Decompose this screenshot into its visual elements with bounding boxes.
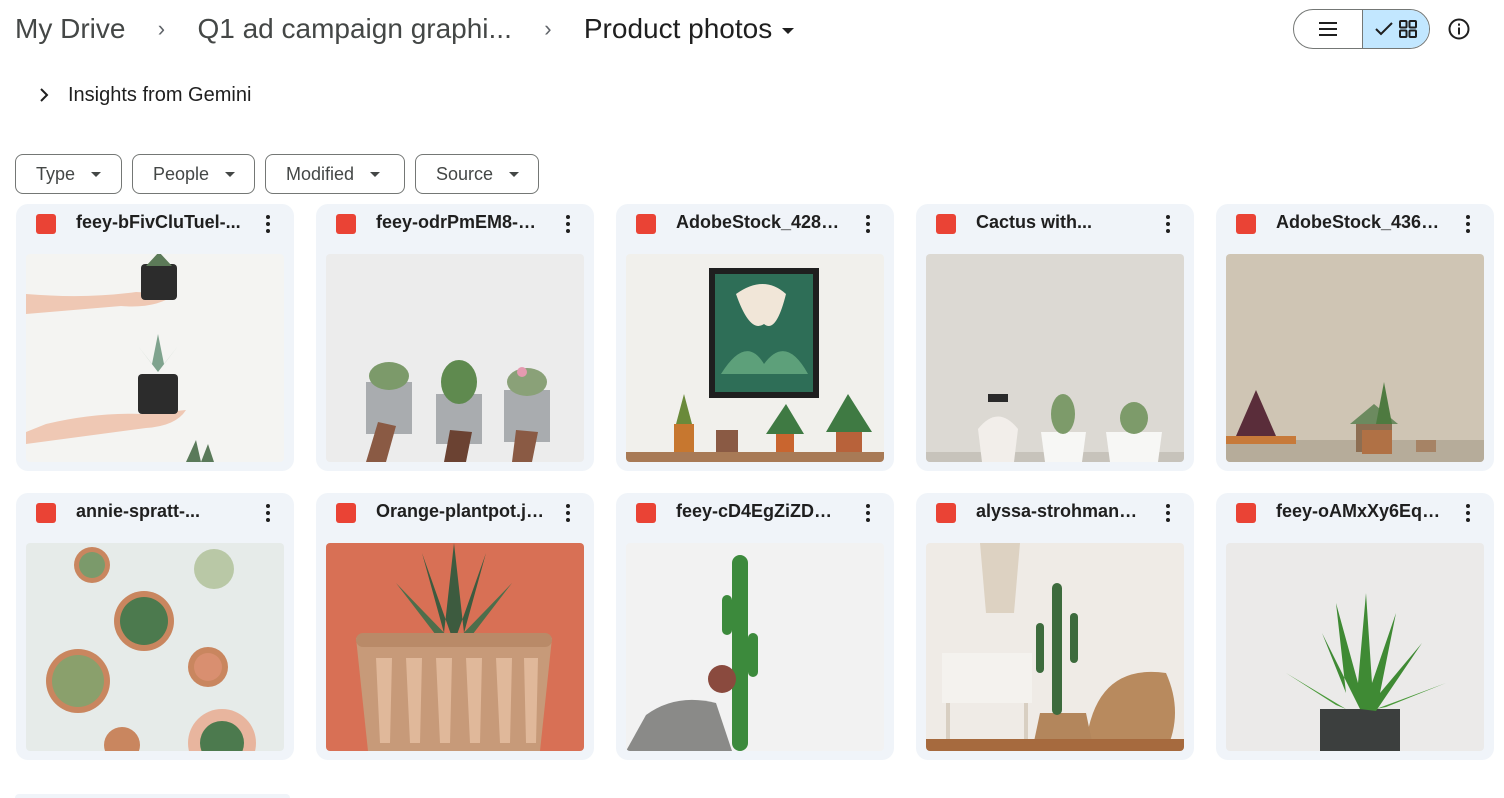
- more-options-icon[interactable]: [556, 212, 580, 236]
- file-card[interactable]: Orange-plantpot.jpg: [316, 493, 594, 760]
- file-card[interactable]: alyssa-strohmann-...: [916, 493, 1194, 760]
- breadcrumb-separator: ›: [157, 16, 166, 41]
- filter-people-label: People: [153, 163, 210, 184]
- insights-toggle[interactable]: Insights from Gemini: [34, 80, 251, 110]
- file-card[interactable]: feey-cD4EgZiZDW...: [616, 493, 894, 760]
- chevron-right-icon: [40, 88, 49, 102]
- file-card[interactable]: Cactus with...: [916, 204, 1194, 471]
- filter-type[interactable]: Type: [15, 154, 122, 194]
- image-file-icon: [636, 503, 656, 523]
- top-bar: My Drive › Q1 ad campaign graphi... › Pr…: [0, 0, 1504, 58]
- breadcrumb-my-drive[interactable]: My Drive: [15, 13, 125, 45]
- bottom-divider: [15, 794, 290, 798]
- folder-dropdown-icon: [782, 27, 795, 34]
- file-thumbnail: [26, 254, 284, 462]
- more-options-icon[interactable]: [1156, 212, 1180, 236]
- file-thumbnail: [326, 254, 584, 462]
- file-name: AdobeStock_42859...: [676, 212, 844, 232]
- file-card-header: feey-odrPmEM8-N...: [316, 204, 594, 244]
- image-file-icon: [336, 503, 356, 523]
- list-icon: [1319, 22, 1337, 36]
- breadcrumb-campaign-folder[interactable]: Q1 ad campaign graphi...: [197, 13, 511, 45]
- breadcrumb: My Drive › Q1 ad campaign graphi... › Pr…: [15, 10, 795, 48]
- file-name: alyssa-strohmann-...: [976, 501, 1144, 521]
- info-icon[interactable]: [1448, 18, 1470, 40]
- chevron-down-icon: [91, 171, 102, 177]
- file-thumbnail: [1226, 254, 1484, 462]
- file-thumbnail: [926, 543, 1184, 751]
- file-thumbnail: [926, 254, 1184, 462]
- file-card-header: Orange-plantpot.jpg: [316, 493, 594, 533]
- file-card[interactable]: feey-bFivCluTuel-...: [16, 204, 294, 471]
- file-thumbnail: [626, 543, 884, 751]
- list-view-button[interactable]: [1294, 10, 1362, 48]
- file-thumbnail: [326, 543, 584, 751]
- filter-people[interactable]: People: [132, 154, 255, 194]
- file-card-header: feey-cD4EgZiZDW...: [616, 493, 894, 533]
- file-card-header: AdobeStock_4360...: [1216, 204, 1494, 244]
- more-options-icon[interactable]: [856, 212, 880, 236]
- filter-bar: Type People Modified Source: [15, 154, 539, 194]
- file-name: Cactus with...: [976, 212, 1093, 232]
- filter-source[interactable]: Source: [415, 154, 539, 194]
- file-name: feey-cD4EgZiZDW...: [676, 501, 844, 521]
- image-file-icon: [936, 503, 956, 523]
- file-card-header: AdobeStock_42859...: [616, 204, 894, 244]
- filter-modified-label: Modified: [286, 163, 355, 184]
- file-card-header: Cactus with...: [916, 204, 1194, 244]
- breadcrumb-separator: ›: [544, 16, 552, 41]
- file-name: feey-oAMxXy6EqJ...: [1276, 501, 1444, 521]
- file-grid: feey-bFivCluTuel-... feey-odrPmEM8-N...: [16, 204, 1494, 798]
- image-file-icon: [936, 214, 956, 234]
- file-card[interactable]: AdobeStock_42859...: [616, 204, 894, 471]
- file-card[interactable]: feey-odrPmEM8-N...: [316, 204, 594, 471]
- grid-view-button[interactable]: [1362, 10, 1429, 48]
- file-name: annie-spratt-...: [76, 501, 201, 521]
- view-toggle: [1293, 9, 1430, 49]
- file-name: feey-bFivCluTuel-...: [76, 212, 241, 232]
- more-options-icon[interactable]: [256, 501, 280, 525]
- filter-modified[interactable]: Modified: [265, 154, 405, 194]
- more-options-icon[interactable]: [556, 501, 580, 525]
- file-name: feey-odrPmEM8-N...: [376, 212, 544, 232]
- more-options-icon[interactable]: [1456, 501, 1480, 525]
- current-folder-label: Product photos: [583, 13, 773, 44]
- file-name: Orange-plantpot.jpg: [376, 501, 544, 521]
- file-card-header: alyssa-strohmann-...: [916, 493, 1194, 533]
- image-file-icon: [1236, 214, 1256, 234]
- image-file-icon: [36, 214, 56, 234]
- image-file-icon: [1236, 503, 1256, 523]
- file-thumbnail: [26, 543, 284, 751]
- file-card[interactable]: AdobeStock_4360...: [1216, 204, 1494, 471]
- filter-source-label: Source: [436, 163, 494, 184]
- file-card-header: feey-oAMxXy6EqJ...: [1216, 493, 1494, 533]
- insights-label: Insights from Gemini: [68, 83, 252, 106]
- file-card[interactable]: feey-oAMxXy6EqJ...: [1216, 493, 1494, 760]
- more-options-icon[interactable]: [256, 212, 280, 236]
- file-card[interactable]: annie-spratt-...: [16, 493, 294, 760]
- chevron-down-icon: [370, 171, 381, 177]
- file-card-header: annie-spratt-...: [16, 493, 294, 533]
- filter-type-label: Type: [36, 163, 76, 184]
- grid-icon: [1399, 20, 1417, 38]
- file-thumbnail: [626, 254, 884, 462]
- more-options-icon[interactable]: [1456, 212, 1480, 236]
- chevron-down-icon: [225, 171, 236, 177]
- check-icon: [1375, 22, 1393, 36]
- image-file-icon: [636, 214, 656, 234]
- image-file-icon: [36, 503, 56, 523]
- breadcrumb-current-folder[interactable]: Product photos: [583, 13, 795, 45]
- image-file-icon: [336, 214, 356, 234]
- file-thumbnail: [1226, 543, 1484, 751]
- more-options-icon[interactable]: [1156, 501, 1180, 525]
- chevron-down-icon: [509, 171, 520, 177]
- file-name: AdobeStock_4360...: [1276, 212, 1444, 232]
- file-card-header: feey-bFivCluTuel-...: [16, 204, 294, 244]
- more-options-icon[interactable]: [856, 501, 880, 525]
